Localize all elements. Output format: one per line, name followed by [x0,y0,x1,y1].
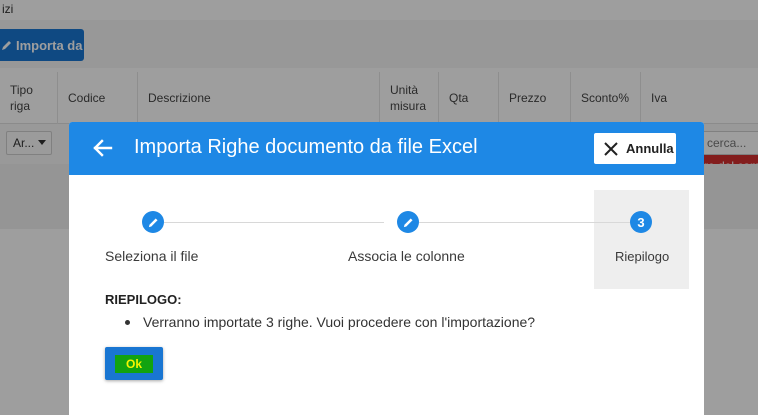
summary-title: RIEPILOGO: [105,292,182,307]
stepper-connector [419,222,631,223]
summary-list: Verranno importate 3 righe. Vuoi procede… [125,314,535,330]
edit-icon [403,217,413,227]
step-1-marker [142,211,164,233]
step-1-label: Seleziona il file [105,248,199,264]
close-icon [604,141,618,156]
edit-icon [148,217,158,227]
step-2-marker [397,211,419,233]
step-2-label: Associa le colonne [348,248,465,264]
step-riepilogo-highlight [594,190,689,289]
import-dialog: Importa Righe documento da file Excel An… [69,122,704,415]
cancel-label: Annulla [626,141,674,156]
arrow-back-icon[interactable] [91,137,113,159]
stepper-connector [164,222,384,223]
dialog-title: Importa Righe documento da file Excel [134,136,478,158]
summary-item: Verranno importate 3 righe. Vuoi procede… [125,314,535,330]
step-3-label: Riepilogo [615,249,670,264]
ok-label: Ok [114,354,153,373]
dialog-header: Importa Righe documento da file Excel An… [69,122,704,175]
step-3-marker: 3 [630,211,652,233]
cancel-button[interactable]: Annulla [594,133,676,164]
ok-button[interactable]: Ok [105,347,163,380]
